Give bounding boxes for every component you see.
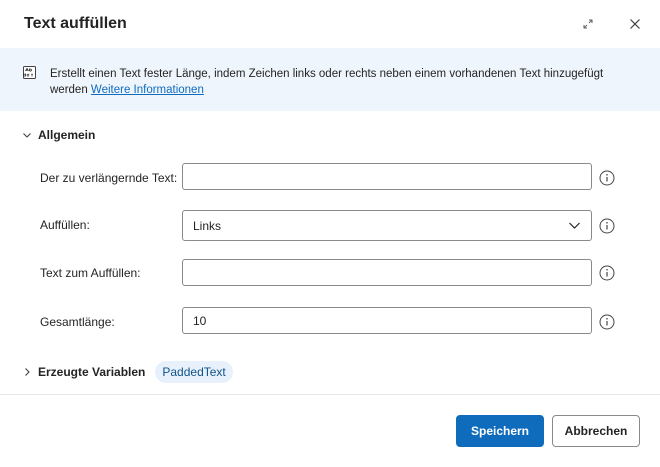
info-circle-icon[interactable] <box>599 265 615 281</box>
text-to-pad-label: Der zu verlängernde Text: <box>40 171 178 185</box>
save-button[interactable]: Speichern <box>456 415 544 447</box>
expand-icon <box>583 19 593 29</box>
close-button[interactable] <box>623 12 647 36</box>
pad-label: Auffüllen: <box>40 218 90 232</box>
text-action-icon <box>23 66 36 79</box>
pad-text-label: Text zum Auffüllen: <box>40 266 141 280</box>
cancel-button[interactable]: Abbrechen <box>552 415 640 447</box>
info-circle-icon[interactable] <box>599 314 615 330</box>
close-icon <box>630 19 640 29</box>
produced-variables-label[interactable]: Erzeugte Variablen <box>38 365 145 379</box>
info-text: Erstellt einen Text fester Länge, indem … <box>50 66 640 98</box>
chevron-right-icon[interactable] <box>22 367 32 377</box>
pad-select-value: Links <box>193 218 222 233</box>
pad-select[interactable]: Links <box>182 210 592 241</box>
chevron-down-icon <box>23 133 31 138</box>
produced-variables: Erzeugte Variablen PaddedText <box>22 361 233 383</box>
section-general-toggle[interactable]: Allgemein <box>22 128 95 142</box>
pad-text-field[interactable] <box>182 259 592 286</box>
info-circle-icon[interactable] <box>599 170 615 186</box>
total-length-field[interactable] <box>182 307 592 334</box>
footer-divider <box>0 394 660 395</box>
text-to-pad-field[interactable] <box>182 163 592 190</box>
chevron-down-icon <box>569 222 580 229</box>
info-circle-icon[interactable] <box>599 218 615 234</box>
dialog-title: Text auffüllen <box>24 15 127 32</box>
variable-chip[interactable]: PaddedText <box>155 361 233 383</box>
section-general-label: Allgemein <box>38 128 96 142</box>
total-length-label: Gesamtlänge: <box>40 315 115 329</box>
expand-button[interactable] <box>576 12 600 36</box>
learn-more-link[interactable]: Weitere Informationen <box>91 84 204 96</box>
dialog: Text auffüllen Erstellt einen Text feste… <box>0 0 660 467</box>
